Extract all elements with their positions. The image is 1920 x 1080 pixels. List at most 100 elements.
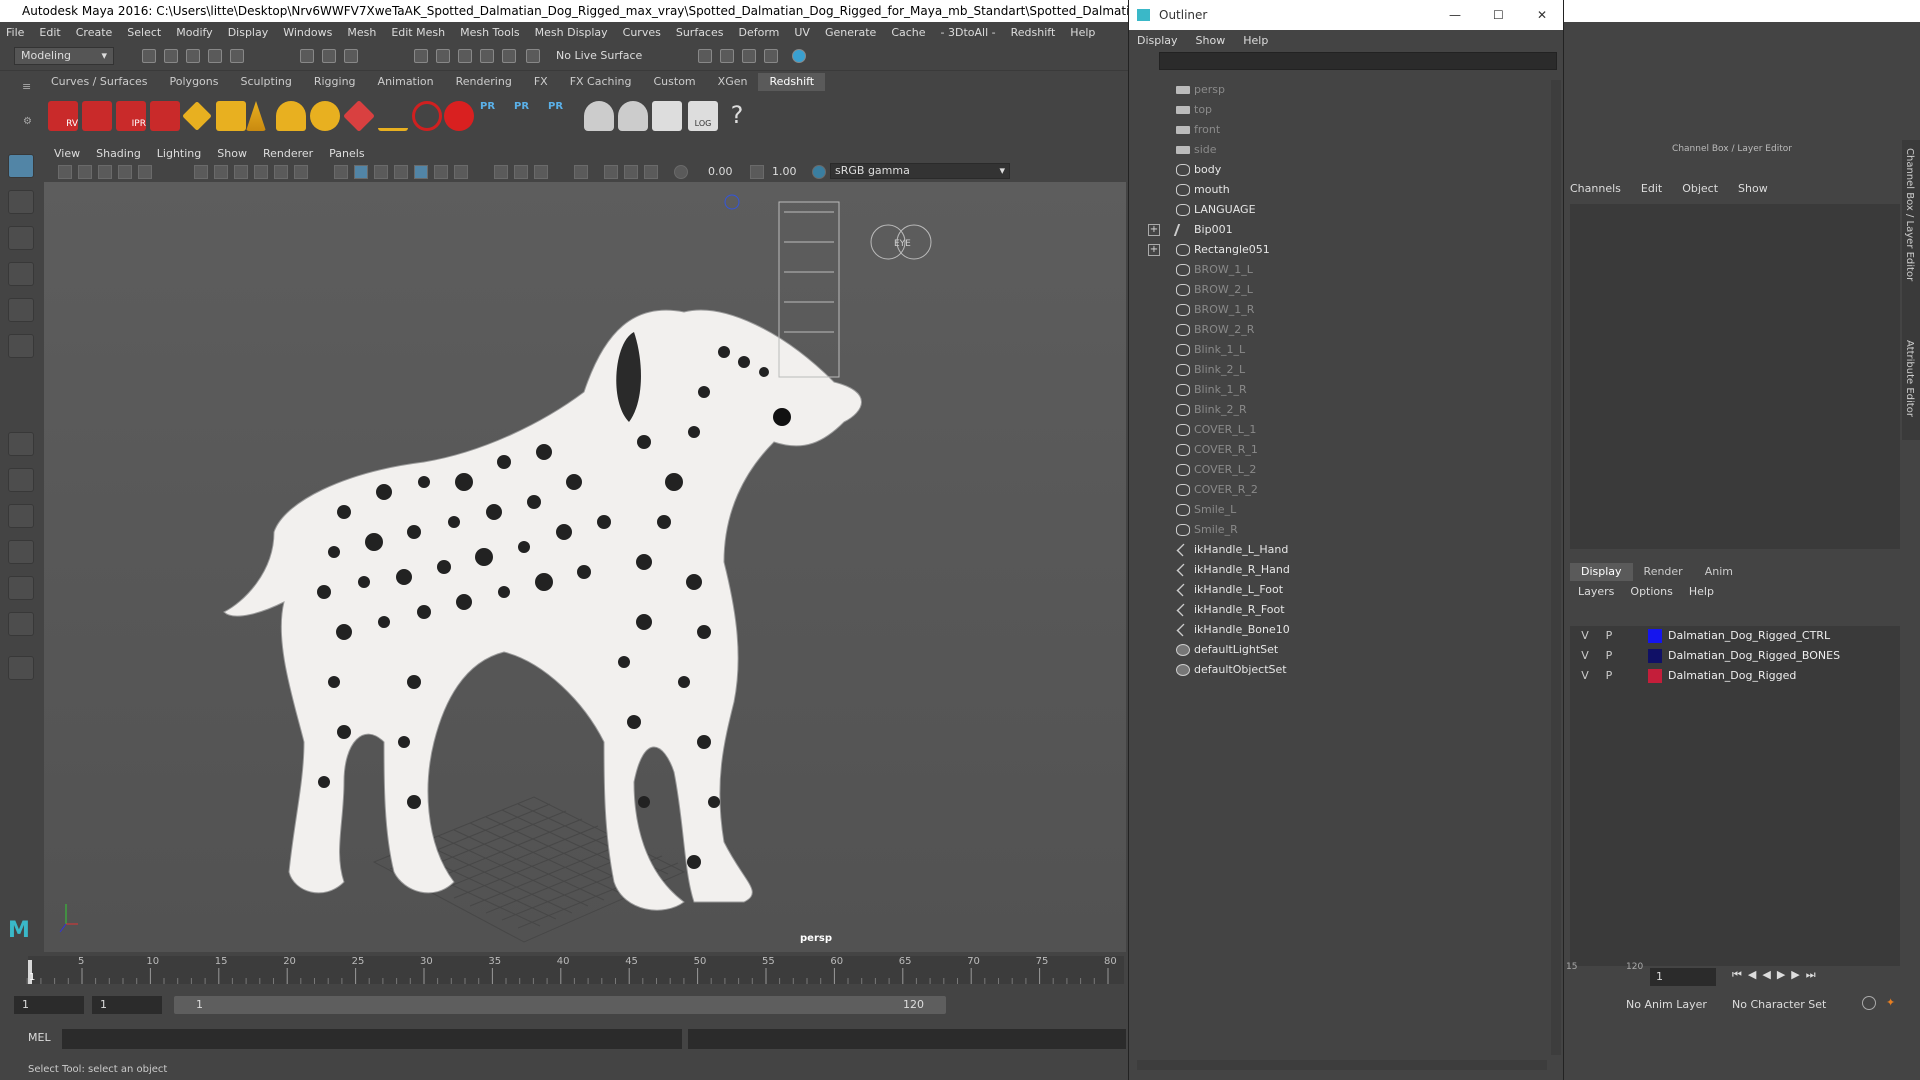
outliner-item-ikhandle-bone10[interactable]: ikHandle_Bone10 bbox=[1129, 620, 1549, 640]
menu-edit-mesh[interactable]: Edit Mesh bbox=[391, 26, 445, 39]
xray-active-icon[interactable] bbox=[624, 165, 638, 179]
colorspace-dropdown[interactable]: sRGB gamma ▾ bbox=[830, 163, 1010, 179]
single-perspective-layout-icon[interactable] bbox=[8, 432, 34, 456]
persp-outliner-layout-icon[interactable] bbox=[8, 576, 34, 600]
exposure-value[interactable]: 0.00 bbox=[708, 165, 733, 178]
gamma-value[interactable]: 1.00 bbox=[772, 165, 797, 178]
shelf-tab-curves-surfaces[interactable]: Curves / Surfaces bbox=[40, 73, 159, 91]
outliner-item-side[interactable]: side bbox=[1129, 140, 1549, 160]
color-management-icon[interactable] bbox=[812, 165, 826, 179]
use-all-lights-icon[interactable] bbox=[434, 165, 448, 179]
shelf-tab-redshift[interactable]: Redshift bbox=[758, 73, 826, 91]
smooth-shade-icon[interactable] bbox=[354, 165, 368, 179]
shelf-menu-icon[interactable]: ≡ bbox=[22, 80, 31, 93]
shelf-settings-icon[interactable]: ⚙ bbox=[23, 116, 32, 127]
exposure-icon[interactable] bbox=[674, 165, 688, 179]
motion-blur-icon[interactable] bbox=[514, 165, 528, 179]
channel-box-menu-edit[interactable]: Edit bbox=[1641, 182, 1662, 195]
redshift-render-icon[interactable] bbox=[82, 101, 112, 131]
channel-box-menu-channels[interactable]: Channels bbox=[1570, 182, 1621, 195]
shelf-tab-fx-caching[interactable]: FX Caching bbox=[559, 73, 643, 91]
layer-menu-help[interactable]: Help bbox=[1689, 585, 1714, 598]
outliner-item-blink-2-r[interactable]: Blink_2_R bbox=[1129, 400, 1549, 420]
menu--3dtoall-[interactable]: - 3DtoAll - bbox=[941, 26, 996, 39]
side-tab-channel-box[interactable]: Channel Box / Layer Editor bbox=[1904, 148, 1915, 281]
select-camera-icon[interactable] bbox=[58, 165, 72, 179]
outliner-item-blink-1-l[interactable]: Blink_1_L bbox=[1129, 340, 1549, 360]
redshift-help-icon[interactable]: ? bbox=[722, 101, 752, 131]
make-live-icon[interactable] bbox=[526, 49, 540, 63]
outliner-item-smile-l[interactable]: Smile_L bbox=[1129, 500, 1549, 520]
snap-surface-icon[interactable] bbox=[502, 49, 516, 63]
shelf-tab-rendering[interactable]: Rendering bbox=[445, 73, 523, 91]
render-settings-icon[interactable] bbox=[764, 49, 778, 63]
grease-pencil-icon[interactable] bbox=[138, 165, 152, 179]
menu-display[interactable]: Display bbox=[228, 26, 269, 39]
outliner-item-smile-r[interactable]: Smile_R bbox=[1129, 520, 1549, 540]
viewport-menu-panels[interactable]: Panels bbox=[329, 147, 364, 160]
anim-layer-dropdown[interactable]: No Anim Layer bbox=[1626, 998, 1707, 1011]
redshift-ipr-icon[interactable]: IPR bbox=[116, 101, 146, 131]
redshift-spot-light-icon[interactable] bbox=[246, 101, 266, 131]
redshift-bowl2-icon[interactable] bbox=[618, 101, 648, 131]
layer-tab-display[interactable]: Display bbox=[1570, 563, 1633, 581]
redshift-portal-light-icon[interactable] bbox=[310, 101, 340, 131]
outliner-item-blink-1-r[interactable]: Blink_1_R bbox=[1129, 380, 1549, 400]
layer-color-swatch[interactable] bbox=[1648, 629, 1662, 643]
snap-view-icon[interactable] bbox=[480, 49, 494, 63]
layer-visibility-toggle[interactable]: V bbox=[1578, 626, 1592, 646]
expand-icon[interactable]: + bbox=[1148, 244, 1160, 256]
menu-deform[interactable]: Deform bbox=[738, 26, 779, 39]
menu-windows[interactable]: Windows bbox=[283, 26, 332, 39]
range-slider-bar[interactable]: 1 120 bbox=[174, 996, 946, 1014]
menu-mesh-display[interactable]: Mesh Display bbox=[535, 26, 608, 39]
layer-playback-toggle[interactable]: P bbox=[1602, 646, 1616, 666]
menu-create[interactable]: Create bbox=[76, 26, 113, 39]
redshift-proxy-icon[interactable] bbox=[343, 100, 375, 132]
wireframe-on-shaded-icon[interactable] bbox=[394, 165, 408, 179]
menu-help[interactable]: Help bbox=[1070, 26, 1095, 39]
render-view-icon[interactable] bbox=[698, 49, 712, 63]
outliner-menu-display[interactable]: Display bbox=[1137, 34, 1178, 47]
move-tool-icon[interactable] bbox=[8, 262, 34, 286]
character-set-dropdown[interactable]: No Character Set bbox=[1732, 998, 1826, 1011]
textured-icon[interactable] bbox=[414, 165, 428, 179]
hypershade-icon[interactable] bbox=[792, 49, 806, 63]
menu-file[interactable]: File bbox=[6, 26, 24, 39]
outliner-item-cover-l-2[interactable]: COVER_L_2 bbox=[1129, 460, 1549, 480]
outliner-item-ikhandle-l-hand[interactable]: ikHandle_L_Hand bbox=[1129, 540, 1549, 560]
lasso-tool-icon[interactable] bbox=[8, 190, 34, 214]
redshift-sun-light-icon[interactable] bbox=[182, 101, 212, 131]
layer-playback-toggle[interactable]: P bbox=[1602, 666, 1616, 686]
outliner-item-cover-r-2[interactable]: COVER_R_2 bbox=[1129, 480, 1549, 500]
side-by-side-layout-icon[interactable] bbox=[8, 504, 34, 528]
menu-curves[interactable]: Curves bbox=[623, 26, 661, 39]
outliner-item-body[interactable]: body bbox=[1129, 160, 1549, 180]
outliner-item-mouth[interactable]: mouth bbox=[1129, 180, 1549, 200]
outliner-item-front[interactable]: front bbox=[1129, 120, 1549, 140]
layer-row[interactable]: V P Dalmatian_Dog_Rigged bbox=[1570, 666, 1900, 686]
outliner-persp-layout-icon[interactable] bbox=[8, 612, 34, 636]
undo-icon[interactable] bbox=[208, 49, 222, 63]
snap-curve-icon[interactable] bbox=[436, 49, 450, 63]
outliner-item-persp[interactable]: persp bbox=[1129, 80, 1549, 100]
time-slider[interactable]: 1 5 10 15 20 25 30 35 40 45 50 55 60 65 70 75 80 bbox=[0, 952, 1128, 988]
resolution-gate-icon[interactable] bbox=[234, 165, 248, 179]
perspective-viewport[interactable]: EYE persp bbox=[44, 182, 1126, 952]
redshift-pr-icon-3[interactable]: PR bbox=[548, 101, 578, 131]
grid-toggle-icon[interactable] bbox=[194, 165, 208, 179]
channel-box-menu-object[interactable]: Object bbox=[1682, 182, 1718, 195]
four-view-layout-icon[interactable] bbox=[8, 468, 34, 492]
menu-modify[interactable]: Modify bbox=[176, 26, 212, 39]
outliner-item-rectangle051[interactable]: + Rectangle051 bbox=[1129, 240, 1549, 260]
outliner-item-cover-r-1[interactable]: COVER_R_1 bbox=[1129, 440, 1549, 460]
menu-surfaces[interactable]: Surfaces bbox=[676, 26, 724, 39]
select-hierarchy-icon[interactable] bbox=[300, 49, 314, 63]
menu-generate[interactable]: Generate bbox=[825, 26, 876, 39]
auto-key-icon[interactable] bbox=[1862, 996, 1876, 1010]
open-scene-icon[interactable] bbox=[164, 49, 178, 63]
close-icon[interactable]: ✕ bbox=[1537, 0, 1547, 30]
viewport-menu-renderer[interactable]: Renderer bbox=[263, 147, 313, 160]
select-tool-icon[interactable] bbox=[8, 154, 34, 178]
layout-more-icon[interactable] bbox=[8, 656, 34, 680]
